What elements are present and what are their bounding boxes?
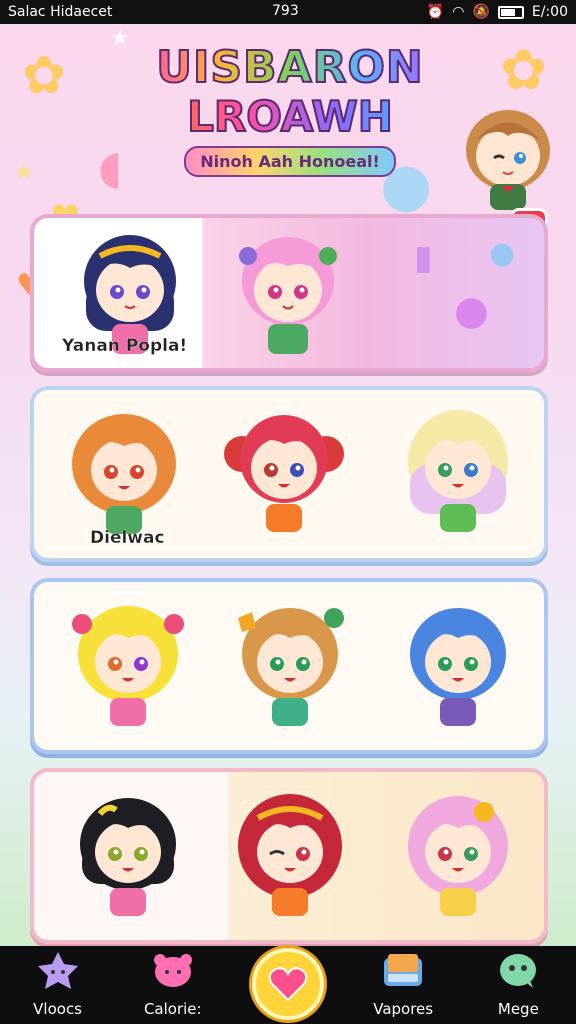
alarm-icon: ⏰	[426, 4, 445, 20]
nav-item-vloocs[interactable]: Vloocs	[10, 946, 106, 1024]
character-group-card[interactable]	[30, 578, 548, 754]
status-left-text: Salac Hidaecet	[8, 4, 113, 20]
character-group-card[interactable]: ▮ ● ● Yanan Popla!	[30, 214, 548, 372]
star-decoration-icon: ★	[110, 26, 130, 51]
red-hair-girl-icon	[224, 415, 344, 532]
flower-decoration-icon: ✿	[500, 38, 547, 103]
nav-item-calorie[interactable]: Calorie:	[125, 946, 221, 1024]
pink-blob-icon	[153, 954, 192, 987]
lilac-hair-girl-icon	[408, 796, 508, 916]
nav-item-vapores[interactable]: Vapores	[355, 946, 451, 1024]
profile-avatar[interactable]	[458, 100, 558, 210]
nav-label: Vloocs	[33, 1000, 83, 1018]
app-logo: UISBARON LROAWH Ninoh Aah Honoeal!	[150, 41, 430, 192]
orange-hair-girl-icon	[72, 414, 176, 534]
character-group-card[interactable]: Dielwac	[30, 386, 548, 562]
status-right-icons: ⏰ ◠ 🔕 E/:00	[427, 4, 568, 20]
mute-icon: 🔕	[472, 4, 490, 20]
character-group-card[interactable]	[30, 768, 548, 944]
gummy-decoration-icon: ▮	[414, 238, 433, 278]
pink-hair-girl-icon	[239, 237, 337, 354]
flower-decoration-icon: ✿	[22, 46, 66, 106]
group-label: Yanan Popla!	[62, 336, 188, 356]
bubble-decoration-icon: ●	[454, 288, 489, 334]
status-center-text: 793	[272, 3, 299, 19]
nav-label: Mege	[497, 1000, 539, 1018]
nav-item-heart[interactable]	[240, 946, 336, 1024]
wifi-icon: ◠	[452, 4, 465, 20]
blue-hair-girl-icon	[410, 608, 506, 726]
title-line-1: UISBARON	[150, 41, 430, 94]
nav-label: Vapores	[373, 1000, 434, 1018]
brown-hair-girl-icon	[238, 608, 344, 726]
blonde-hair-girl-icon	[408, 410, 508, 532]
crimson-hair-girl-icon	[238, 794, 342, 916]
star-creature-icon	[37, 952, 78, 989]
book-icon	[384, 954, 423, 986]
yellow-hair-girl-icon	[72, 606, 184, 726]
star-decoration-icon: ★	[14, 160, 34, 185]
bubble-decoration-icon: ●	[489, 236, 516, 271]
heart-button[interactable]	[251, 948, 324, 1020]
winking-girl-avatar-icon	[466, 110, 550, 210]
candy-decoration-icon: ◖	[98, 140, 123, 194]
battery-icon	[497, 5, 524, 19]
nav-label: Calorie:	[143, 1000, 202, 1018]
bottom-navigation: Vloocs Calorie: Vapores Mege	[0, 946, 576, 1024]
black-hair-girl-icon	[80, 798, 176, 916]
heart-icon	[268, 967, 308, 1002]
nav-item-mege[interactable]: Mege	[470, 946, 566, 1024]
group-label: Dielwac	[90, 528, 165, 548]
chat-creature-icon	[500, 954, 537, 988]
title-subtitle: Ninoh Aah Honoeal!	[184, 146, 396, 177]
title-line-2: LROAWH	[150, 93, 430, 141]
status-bar: Salac Hidaecet 793 ⏰ ◠ 🔕 E/:00	[0, 0, 576, 24]
clock-text: E/:00	[531, 4, 568, 20]
